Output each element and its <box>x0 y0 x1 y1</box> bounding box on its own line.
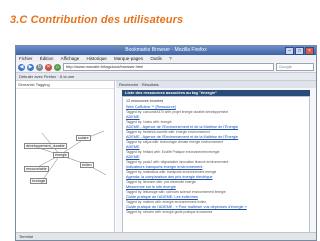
results-count: 13 ressources trouvées <box>126 99 164 103</box>
list-item: Guide pratique de l'ADEME : « Pour maîtr… <box>126 205 306 214</box>
result-tags: Tagged by: maibert with: énergie environ… <box>126 199 207 204</box>
list-item: Agenda: la comparaison des prix énergie … <box>126 175 306 184</box>
list-item: Indicateurs transports énergie environne… <box>126 165 306 174</box>
navigation-bar: ◀ ▶ ↻ ✕ ⌂ http://www.monsite.fr/tagcloud… <box>16 62 316 73</box>
list-item: ADEME - Agence de l'Environnement et de … <box>126 135 306 144</box>
mindmap-node[interactable]: développement_durable <box>24 143 67 149</box>
result-tags: Tagged by: concorde4470 with: projet éne… <box>126 109 229 114</box>
result-tags: Tagged by: lieveann with: prix électrici… <box>126 179 197 184</box>
mindmap-node[interactable]: renouvelable <box>24 166 49 172</box>
result-tags: Tagged by: nimotre with: énergie guide p… <box>126 209 213 214</box>
slide-title: 3.C Contribution des utilisateurs <box>10 14 184 26</box>
window-titlebar: Bookmarks Browser - Mozilla Firefox – □ … <box>16 46 316 55</box>
tag-mindmap: énergie développement_durable renouvelab… <box>22 125 112 189</box>
list-item: Mesurence sur le site énergie Tagged by: … <box>126 185 306 194</box>
reload-icon[interactable]: ↻ <box>36 63 43 71</box>
menu-item-edit[interactable]: Édition <box>40 56 54 61</box>
mindmap-node[interactable]: éolien <box>80 162 94 168</box>
bookmarks-toolbar[interactable]: Débuter avec Firefox · À la une <box>16 73 316 81</box>
result-tags: Tagged by: lettumage with: sciences scie… <box>126 189 226 194</box>
forward-icon[interactable]: ▶ <box>27 63 34 71</box>
back-icon[interactable]: ◀ <box>18 63 25 71</box>
minimize-icon[interactable]: – <box>285 47 294 55</box>
search-input[interactable]: Google <box>276 63 314 71</box>
result-tags: Tagged by: frrillard with: Ecolifé Prati… <box>126 149 220 154</box>
mindmap-node[interactable]: écologie <box>30 178 48 184</box>
window-title: Bookmarks Browser - Mozilla Firefox <box>125 47 207 53</box>
result-tags: Tagged by: seijus with: technologie clim… <box>126 139 223 144</box>
results-list: 13 ressources trouvées Web CaRoline ** [… <box>122 96 310 240</box>
left-pane: Semantic Tagging énergie développement_d… <box>16 81 115 233</box>
browser-window: Bookmarks Browser - Mozilla Firefox – □ … <box>15 45 317 241</box>
menu-item-tools[interactable]: Outils <box>150 56 162 61</box>
menu-item-bookmarks[interactable]: Marque-pages <box>114 56 143 61</box>
stop-icon[interactable]: ✕ <box>45 63 52 71</box>
result-tags: Tagged by: paris2 with: dégradation inno… <box>126 159 229 164</box>
right-pane: Recherche · Résultats Liste des ressourc… <box>116 81 316 240</box>
list-item: Guide pratique de l'ADEME: Les éoliennes… <box>126 195 306 204</box>
menu-item-help[interactable]: ? <box>169 56 172 61</box>
menu-item-view[interactable]: Affichage <box>61 56 80 61</box>
list-item: ADEME Tagged by: frrillard with: Ecolifé … <box>126 145 306 154</box>
home-icon[interactable]: ⌂ <box>54 63 61 71</box>
left-pane-header: Semantic Tagging <box>16 81 114 89</box>
status-bar: Terminé <box>16 232 316 240</box>
result-tags: Tagged by: 1rains with: énergie <box>126 119 172 124</box>
result-tags: Tagged by: mattodbus with: transports en… <box>126 169 217 174</box>
menu-item-history[interactable]: Historique <box>87 56 107 61</box>
list-item: ADEME - Agence de l'Environnement et de … <box>126 125 306 134</box>
menu-bar: Fichier Édition Affichage Historique Mar… <box>16 55 316 62</box>
mindmap-node-center[interactable]: énergie <box>53 152 69 158</box>
list-item: ADEME Tagged by: paris2 with: dégradation… <box>126 155 306 164</box>
result-tags: Tagged by: frederick.morelle with: énerg… <box>126 129 210 134</box>
result-tabs[interactable]: Recherche · Résultats <box>116 81 316 88</box>
menu-item-file[interactable]: Fichier <box>19 56 33 61</box>
maximize-icon[interactable]: □ <box>295 47 304 55</box>
close-icon[interactable]: × <box>305 47 314 55</box>
list-item: ADEME Tagged by: 1rains with: énergie <box>126 115 306 124</box>
page-content: Semantic Tagging énergie développement_d… <box>16 81 316 240</box>
url-input[interactable]: http://www.monsite.fr/tagcloud/browser.h… <box>63 63 274 71</box>
mindmap-node[interactable]: solaire <box>76 135 91 141</box>
list-item: Web CaRoline ** [Ressource] Tagged by: co… <box>126 105 306 114</box>
